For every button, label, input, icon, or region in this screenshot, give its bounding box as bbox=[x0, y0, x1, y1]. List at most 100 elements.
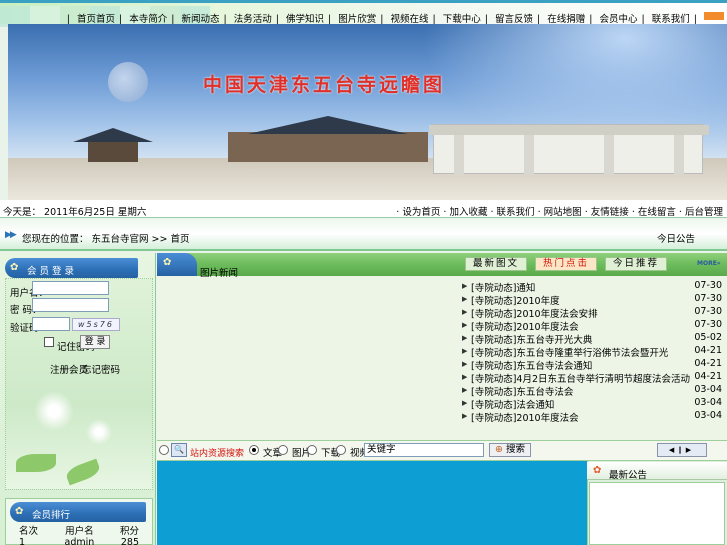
search-title: 站内资源搜索 bbox=[190, 449, 245, 459]
right-panel-header: ✿ 最新公告 bbox=[587, 462, 727, 481]
login-button[interactable]: 登 录 bbox=[80, 335, 110, 349]
tab-popular[interactable]: 热门点击 bbox=[535, 257, 597, 271]
bullet-icon: ▶ bbox=[462, 373, 468, 381]
search-option-radio[interactable] bbox=[336, 445, 346, 455]
list-item: ▶ [寺院动态]东五台寺法会 03-04 bbox=[462, 384, 727, 398]
subnav-link[interactable]: 友情链接 bbox=[591, 207, 629, 218]
right-panel-body bbox=[589, 482, 725, 545]
points-cell: 285 bbox=[120, 537, 139, 545]
stats-table: 名次 用户名 积分 1 admin 285 bbox=[5, 523, 151, 545]
news-title[interactable]: [寺院动态]通知 bbox=[471, 280, 535, 294]
double-arrow-icon: ▶▶ bbox=[5, 230, 17, 240]
news-title[interactable]: [寺院动态]2010年度 bbox=[471, 293, 560, 307]
prev-icon[interactable]: ◀ bbox=[669, 446, 678, 454]
captcha-image[interactable]: w5s76 bbox=[72, 318, 120, 331]
flower-icon: ✿ bbox=[163, 257, 172, 268]
breadcrumb[interactable]: 您现在的位置： 东五台寺官网 >> 首页 bbox=[22, 231, 189, 245]
more-link[interactable]: MORE» bbox=[697, 260, 721, 267]
top-bar: | 首页首页 | 本寺简介 | 新闻动态 | 法务活动 | 佛学知识 | 图片欣赏 | 视频… bbox=[0, 0, 727, 27]
news-title[interactable]: [寺院动态]2010年度法会 bbox=[471, 319, 579, 333]
news-title[interactable]: [寺院动态]东五台寺开光大典 bbox=[471, 332, 592, 346]
news-date: 05-02 bbox=[694, 332, 722, 343]
search-input[interactable]: 关键字 bbox=[364, 443, 484, 457]
moon-image bbox=[108, 62, 148, 102]
news-date: 03-04 bbox=[694, 397, 722, 408]
flower-icon: ✿ bbox=[15, 506, 24, 517]
list-item: ▶ [寺院动态]东五台寺隆重举行浴佛节法会暨开光 04-21 bbox=[462, 345, 727, 359]
flower-icon: ✿ bbox=[593, 465, 602, 476]
username-input[interactable] bbox=[32, 281, 109, 295]
tab-recommended[interactable]: 今日推荐 bbox=[605, 257, 667, 271]
announcement-label: 今日公告 bbox=[657, 234, 696, 245]
temple-left bbox=[73, 128, 153, 162]
forgot-password-link[interactable]: 忘记密码 bbox=[82, 362, 120, 376]
list-item: ▶ [寺院动态]2010年度 07-30 bbox=[462, 293, 727, 307]
badge-icon[interactable] bbox=[704, 12, 724, 20]
list-item: ▶ [寺院动态]4月2日东五台寺举行清明节超度法会活动 04-21 bbox=[462, 371, 727, 385]
news-title[interactable]: [寺院动态]东五台寺隆重举行浴佛节法会暨开光 bbox=[471, 345, 668, 359]
news-list: ▶ [寺院动态]通知 07-30 ▶ [寺院动态]2010年度 07-30 ▶ [寺院动态… bbox=[462, 280, 727, 424]
list-item: ▶ [寺院动态]2010年度法会 07-30 bbox=[462, 319, 727, 333]
bullet-icon: ▶ bbox=[462, 399, 468, 407]
news-date: 04-21 bbox=[694, 358, 722, 369]
sub-nav: · 设为首页 · 加入收藏 · 联系我们 · 网站地图 · 友情链接 · 在线留… bbox=[396, 207, 723, 218]
list-item: ▶ [寺院动态]2010年度法会安排 07-30 bbox=[462, 306, 727, 320]
username-cell[interactable]: admin bbox=[55, 537, 103, 545]
banner-title: 中国天津东五台寺远瞻图 bbox=[203, 74, 446, 96]
subnav-link[interactable]: 在线留言 bbox=[638, 207, 676, 218]
search-option-radio[interactable] bbox=[307, 445, 317, 455]
banner: 中国天津东五台寺远瞻图 bbox=[8, 24, 727, 200]
bullet-icon: ▶ bbox=[462, 295, 468, 303]
list-item: ▶ [寺院动态]通知 07-30 bbox=[462, 280, 727, 294]
news-date: 07-30 bbox=[694, 306, 722, 317]
news-date: 03-04 bbox=[694, 384, 722, 395]
pause-icon[interactable]: ‖ bbox=[678, 446, 686, 454]
main-header-tab: ✿ bbox=[157, 253, 197, 276]
stats-title: 会员排行 bbox=[32, 510, 71, 521]
tab-latest[interactable]: 最新图文 bbox=[465, 257, 527, 271]
date-bar: 今天是： 2011年6月25日 星期六 · 设为首页 · 加入收藏 · 联系我们… bbox=[0, 200, 727, 218]
leaf-decoration bbox=[16, 454, 56, 472]
column-header: 名次 bbox=[19, 526, 39, 537]
news-date: 07-30 bbox=[694, 319, 722, 330]
column-header: 积分 bbox=[119, 526, 139, 537]
news-date: 03-04 bbox=[694, 410, 722, 421]
search-option-radio[interactable] bbox=[278, 445, 288, 455]
bullet-icon: ▶ bbox=[462, 321, 468, 329]
search-icon: 🔍 bbox=[171, 443, 187, 457]
news-title[interactable]: [寺院动态]2010年度法会 bbox=[471, 410, 579, 424]
dandelion-decoration bbox=[34, 391, 74, 431]
search-option-radio[interactable] bbox=[249, 445, 259, 455]
bullet-icon: ▶ bbox=[462, 386, 468, 394]
bullet-icon: ▶ bbox=[462, 282, 468, 290]
next-icon[interactable]: ▶ bbox=[686, 446, 695, 454]
table-row: 1 admin 285 bbox=[5, 537, 151, 545]
subnav-link[interactable]: 加入收藏 bbox=[449, 207, 487, 218]
subnav-link[interactable]: 后台管理 bbox=[685, 207, 723, 218]
subnav-link[interactable]: 设为首页 bbox=[402, 207, 440, 218]
search-button[interactable]: ⊕ 搜索 bbox=[489, 443, 531, 457]
magnifier-icon: ⊕ bbox=[494, 444, 503, 455]
news-title[interactable]: [寺院动态]法会通知 bbox=[471, 397, 554, 411]
news-date: 07-30 bbox=[694, 280, 722, 291]
search-bullet-icon bbox=[159, 445, 169, 455]
memorial-archway bbox=[429, 124, 709, 175]
subnav-link[interactable]: 联系我们 bbox=[497, 207, 535, 218]
rank-cell: 1 bbox=[19, 537, 26, 545]
news-title[interactable]: [寺院动态]4月2日东五台寺举行清明节超度法会活动 bbox=[471, 371, 690, 385]
list-item: ▶ [寺院动态]法会通知 03-04 bbox=[462, 397, 727, 411]
column-header: 用户名 bbox=[65, 526, 94, 537]
captcha-input[interactable] bbox=[32, 317, 70, 331]
news-title[interactable]: [寺院动态]2010年度法会安排 bbox=[471, 306, 598, 320]
main-title: 图片新闻 bbox=[200, 268, 239, 279]
carousel-controls[interactable]: ◀‖▶ bbox=[657, 443, 707, 457]
news-title[interactable]: [寺院动态]东五台寺法会 bbox=[471, 384, 573, 398]
breadcrumb-bar: ▶▶ 您现在的位置： 东五台寺官网 >> 首页 今日公告 bbox=[0, 219, 727, 251]
content-blue-area bbox=[157, 461, 587, 545]
remember-checkbox[interactable] bbox=[44, 337, 54, 347]
subnav-link[interactable]: 网站地图 bbox=[544, 207, 582, 218]
list-item: ▶ [寺院动态]东五台寺法会通知 04-21 bbox=[462, 358, 727, 372]
news-title[interactable]: [寺院动态]东五台寺法会通知 bbox=[471, 358, 592, 372]
bullet-icon: ▶ bbox=[462, 360, 468, 368]
password-input[interactable] bbox=[32, 298, 109, 312]
